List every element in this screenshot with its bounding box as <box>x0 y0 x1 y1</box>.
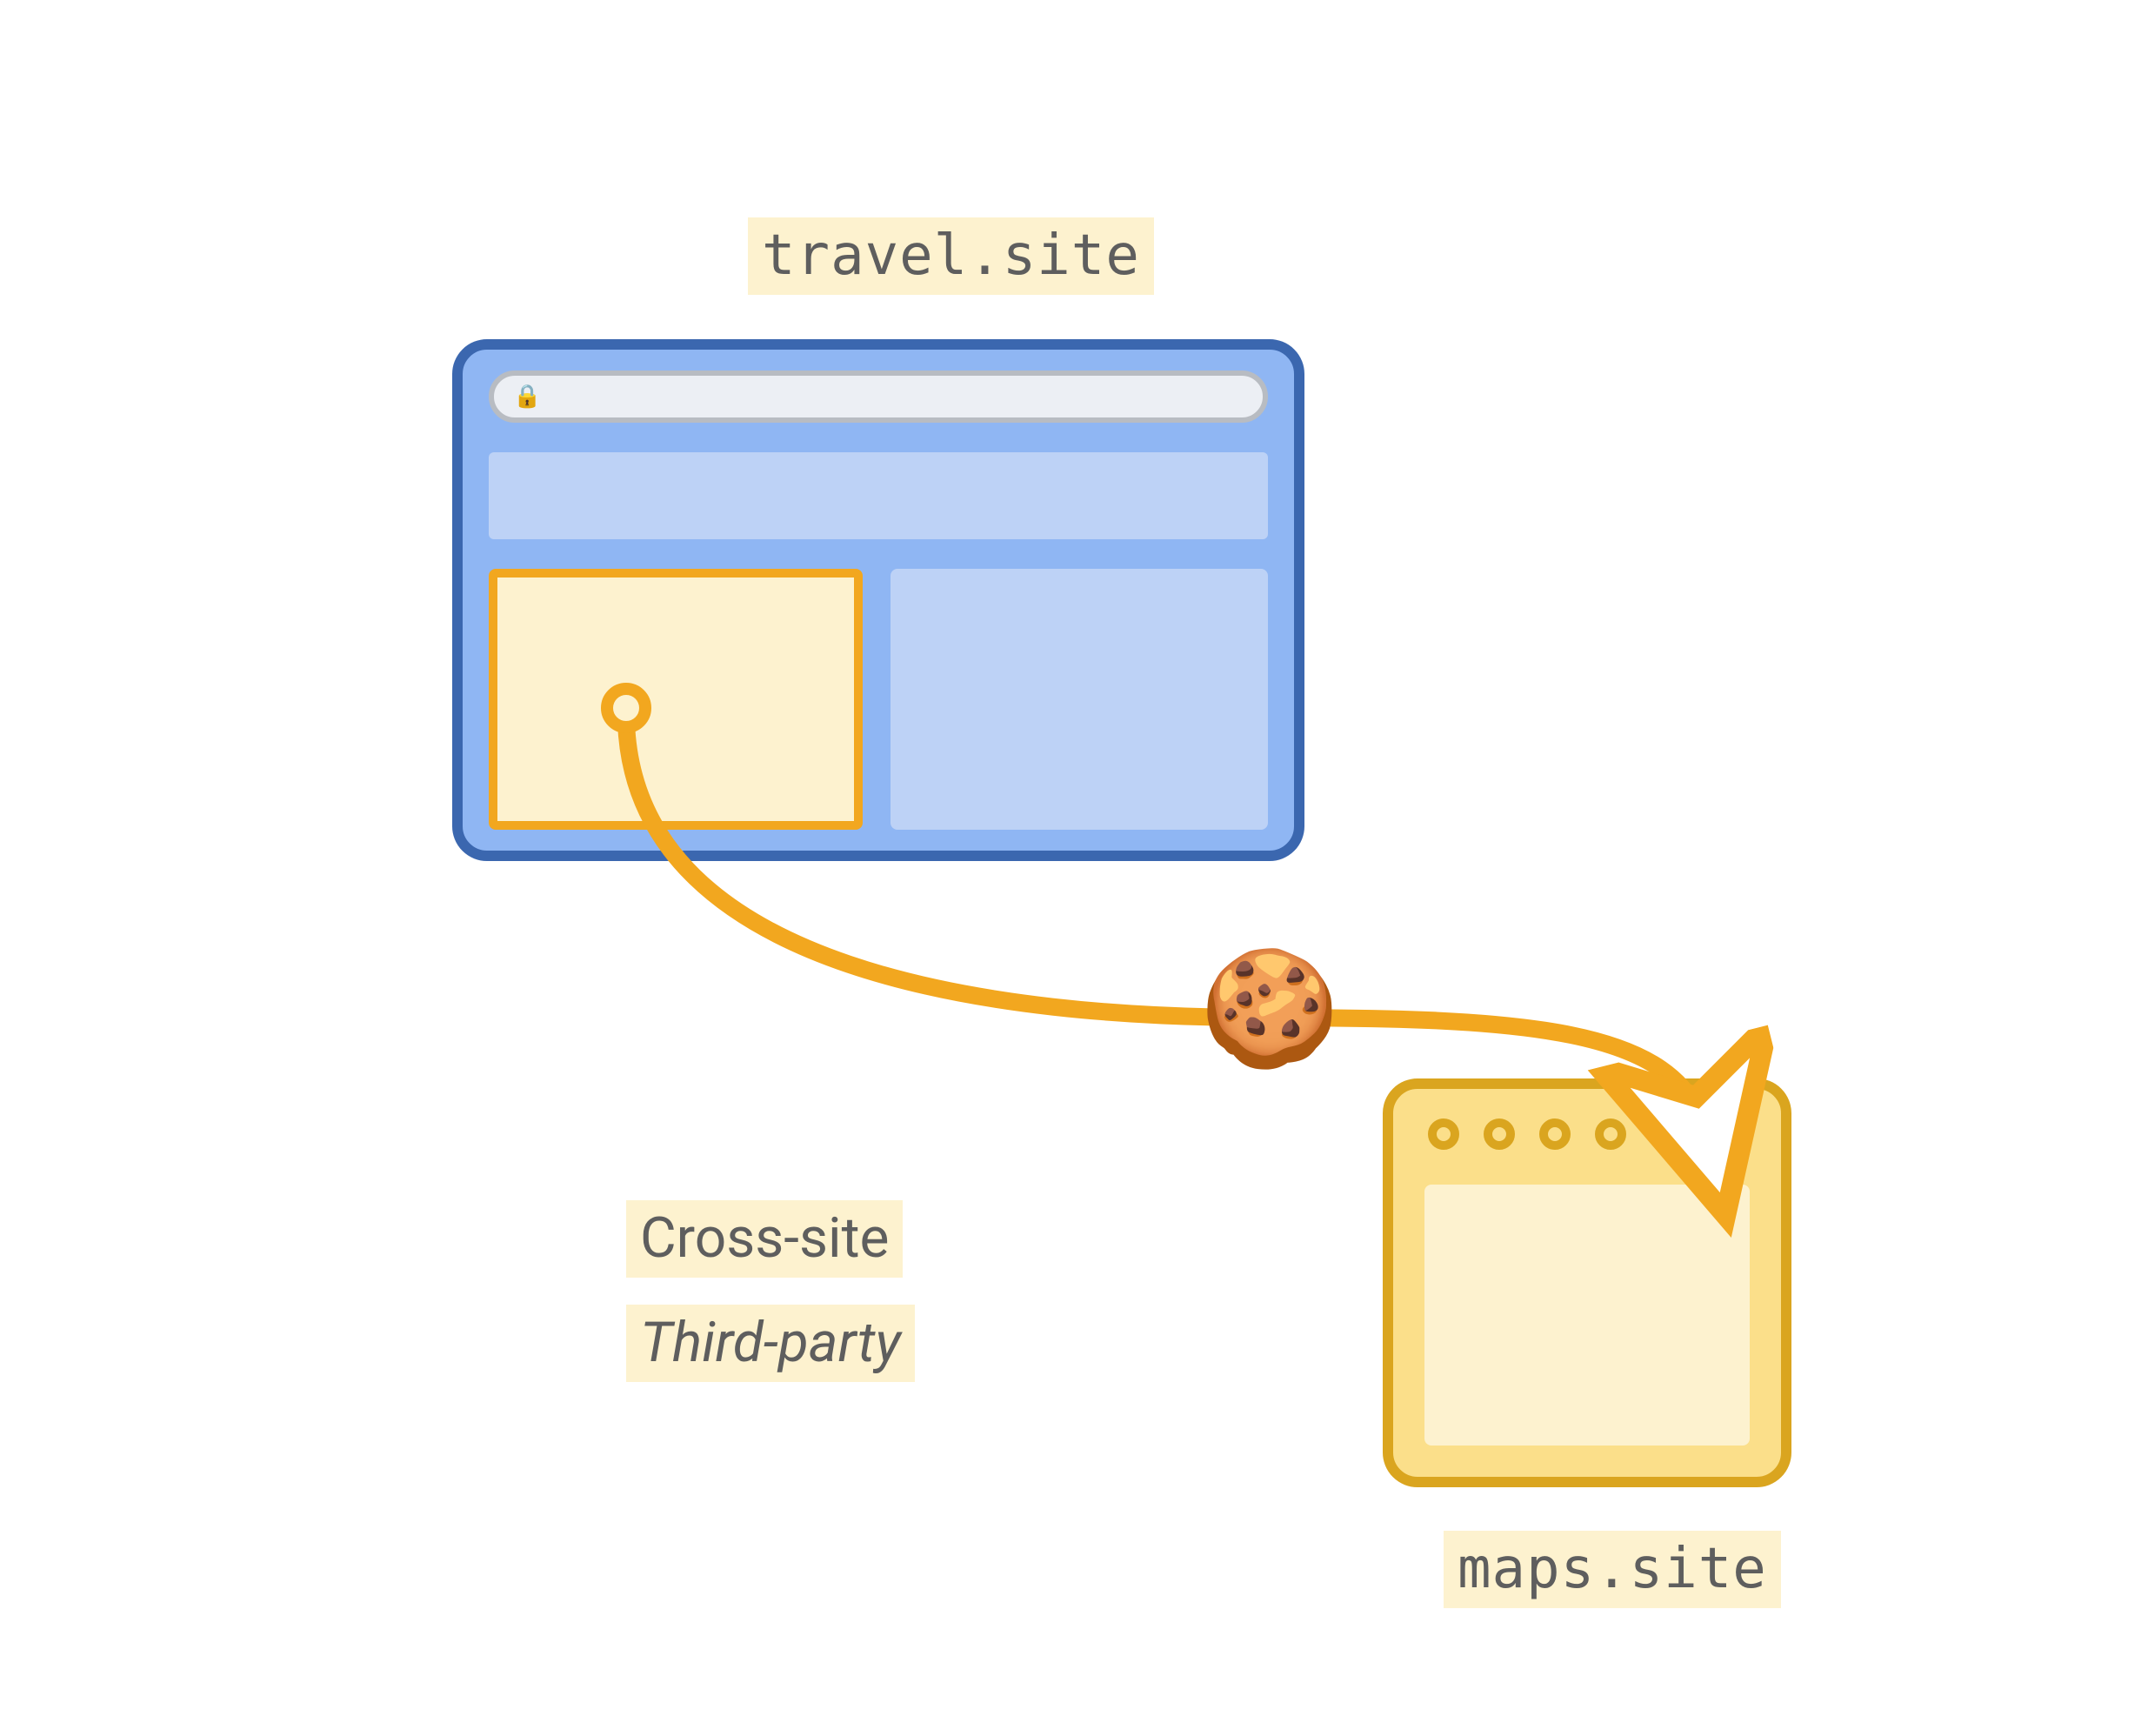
label-bottom-site: maps.site <box>1444 1531 1781 1608</box>
page-content-block <box>891 569 1268 830</box>
lock-icon: 🔒 <box>513 384 541 410</box>
cookie-icon: 🍪 <box>1199 952 1340 1065</box>
label-cross-site: Cross-site <box>626 1200 903 1278</box>
label-top-site: travel.site <box>748 217 1154 295</box>
address-bar: 🔒 <box>489 371 1268 423</box>
window-dot <box>1539 1118 1571 1150</box>
page-hero-block <box>489 452 1268 539</box>
embedded-iframe-block <box>489 569 863 830</box>
window-dot <box>1428 1118 1459 1150</box>
label-third-party: Third-party <box>626 1305 915 1382</box>
server-body <box>1424 1185 1750 1446</box>
window-dots <box>1428 1118 1626 1150</box>
window-dot <box>1484 1118 1515 1150</box>
browser-window: 🔒 <box>452 339 1304 861</box>
third-party-server <box>1383 1078 1791 1487</box>
window-dot <box>1595 1118 1626 1150</box>
diagram-stage: travel.site 🔒 🍪 Cross-site <box>0 0 2148 1736</box>
